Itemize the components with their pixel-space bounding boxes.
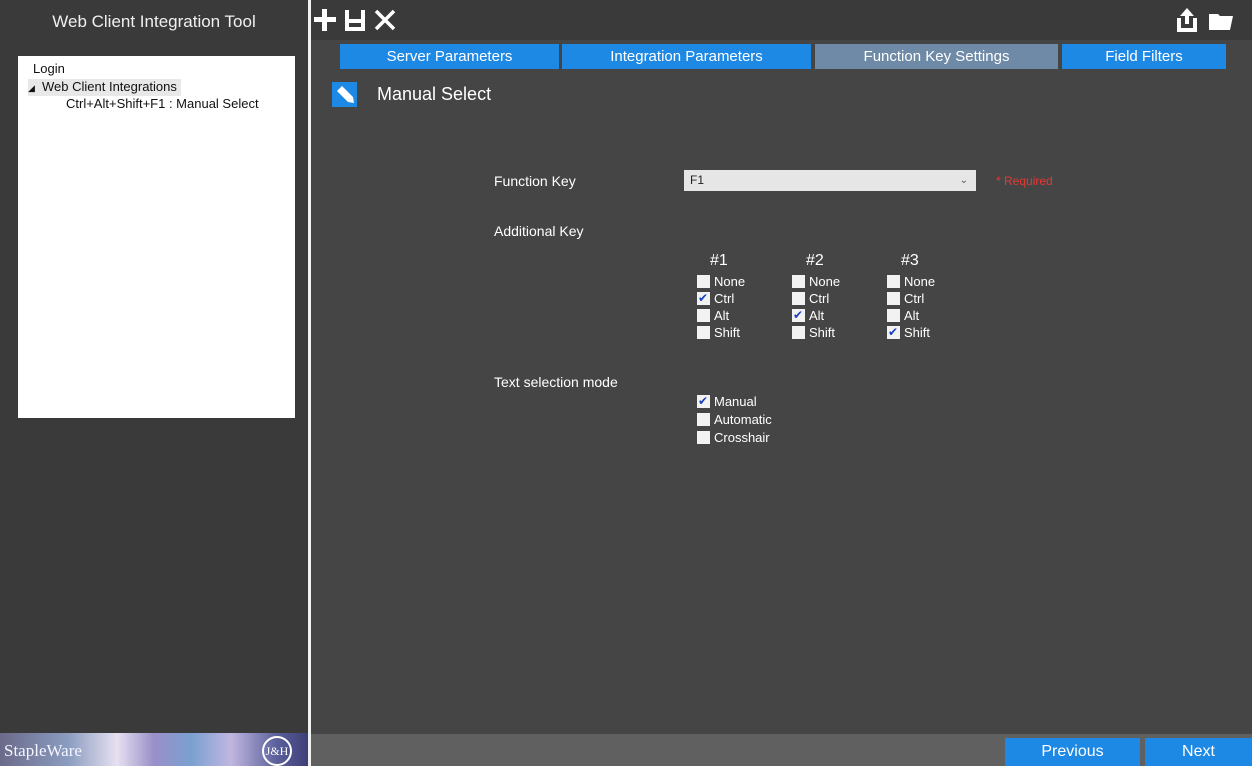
logo-badge: J&H [262, 736, 292, 766]
checkbox-key2-none[interactable]: None [792, 275, 840, 291]
checkbox-box[interactable] [792, 292, 805, 305]
add-icon[interactable] [311, 6, 339, 34]
pencil-icon [332, 82, 357, 107]
column-header-3: #3 [901, 252, 919, 269]
checkbox-key2-ctrl[interactable]: Ctrl [792, 292, 829, 308]
checkbox-key1-ctrl[interactable]: Ctrl [697, 290, 735, 308]
previous-button[interactable]: Previous [1005, 738, 1140, 766]
tree-item-login[interactable]: Login [33, 61, 65, 76]
checkbox-box[interactable] [697, 326, 710, 339]
next-button[interactable]: Next [1145, 738, 1252, 766]
checkbox-label: Automatic [714, 412, 772, 427]
export-icon[interactable] [1173, 6, 1201, 34]
checkbox-box[interactable] [697, 309, 710, 322]
folder-icon[interactable] [1207, 6, 1235, 34]
checkbox-label: Shift [809, 325, 836, 340]
checkbox-mode-manual[interactable]: Manual [697, 393, 757, 411]
text-selection-mode-label: Text selection mode [494, 374, 618, 390]
checkbox-box[interactable] [697, 413, 710, 426]
checkbox-mode-crosshair[interactable]: Crosshair [697, 431, 770, 447]
tab-server-parameters[interactable]: Server Parameters [340, 44, 559, 69]
navigation-tree: Login ◢ Web Client Integrations Ctrl+Alt+… [18, 56, 295, 418]
checkbox-key3-alt[interactable]: Alt [887, 309, 919, 325]
checkbox-label: None [714, 274, 746, 289]
checkbox-key3-none[interactable]: None [887, 275, 935, 291]
required-indicator: * Required [996, 174, 1053, 188]
logo-text: StapleWare [4, 741, 82, 760]
checkbox-key1-alt[interactable]: Alt [697, 309, 729, 325]
checkbox-box[interactable] [697, 275, 710, 288]
chevron-down-icon: ⌄ [959, 175, 968, 186]
checkbox-label: Alt [904, 308, 920, 323]
checkbox-label: Shift [714, 325, 741, 340]
toolbar [311, 0, 1252, 40]
function-key-value: F1 [690, 173, 705, 187]
checkbox-key1-shift[interactable]: Shift [697, 326, 740, 342]
tree-item-web-client-integrations[interactable]: ◢ Web Client Integrations [28, 79, 181, 96]
checkbox-key1-none[interactable]: None [697, 275, 745, 291]
checkbox-box[interactable] [887, 275, 900, 288]
tree-item-label: Web Client Integrations [42, 79, 177, 94]
checkbox-label: None [904, 274, 936, 289]
checkbox-box[interactable] [792, 326, 805, 339]
tree-item-manual-select[interactable]: Ctrl+Alt+Shift+F1 : Manual Select [66, 96, 259, 111]
close-icon[interactable] [371, 6, 399, 34]
logo: StapleWare J&H [0, 733, 308, 766]
function-key-label: Function Key [494, 173, 576, 189]
tab-function-key-settings[interactable]: Function Key Settings [815, 44, 1058, 69]
checkbox-label: Ctrl [714, 291, 735, 306]
checkbox-box[interactable] [697, 393, 710, 409]
checkbox-label: None [809, 274, 841, 289]
column-header-2: #2 [806, 252, 824, 269]
sidebar: Web Client Integration Tool Login ◢ Web C… [0, 0, 308, 766]
checkbox-box[interactable] [887, 324, 900, 340]
checkbox-label: Ctrl [809, 291, 830, 306]
checkbox-label: Alt [809, 308, 825, 323]
checkbox-box[interactable] [792, 307, 805, 323]
checkbox-mode-automatic[interactable]: Automatic [697, 413, 772, 429]
checkbox-label: Manual [714, 394, 757, 409]
function-key-select[interactable]: F1 ⌄ [684, 170, 976, 191]
checkbox-box[interactable] [697, 290, 710, 306]
additional-key-label: Additional Key [494, 223, 584, 239]
checkbox-key2-shift[interactable]: Shift [792, 326, 835, 342]
tab-field-filters[interactable]: Field Filters [1062, 44, 1226, 69]
save-icon[interactable] [341, 6, 369, 34]
app-title: Web Client Integration Tool [52, 12, 256, 31]
expand-triangle-icon[interactable]: ◢ [28, 81, 42, 96]
checkbox-label: Shift [904, 325, 931, 340]
checkbox-label: Ctrl [904, 291, 925, 306]
column-header-1: #1 [710, 252, 728, 269]
pane-divider[interactable] [308, 0, 311, 766]
checkbox-box[interactable] [887, 309, 900, 322]
checkbox-box[interactable] [887, 292, 900, 305]
section-title: Manual Select [377, 84, 492, 104]
checkbox-box[interactable] [792, 275, 805, 288]
checkbox-key2-alt[interactable]: Alt [792, 307, 825, 325]
checkbox-key3-shift[interactable]: Shift [887, 324, 931, 342]
tab-integration-parameters[interactable]: Integration Parameters [562, 44, 811, 69]
checkbox-key3-ctrl[interactable]: Ctrl [887, 292, 924, 308]
checkbox-label: Alt [714, 308, 730, 323]
checkbox-box[interactable] [697, 431, 710, 444]
checkbox-label: Crosshair [714, 430, 770, 445]
